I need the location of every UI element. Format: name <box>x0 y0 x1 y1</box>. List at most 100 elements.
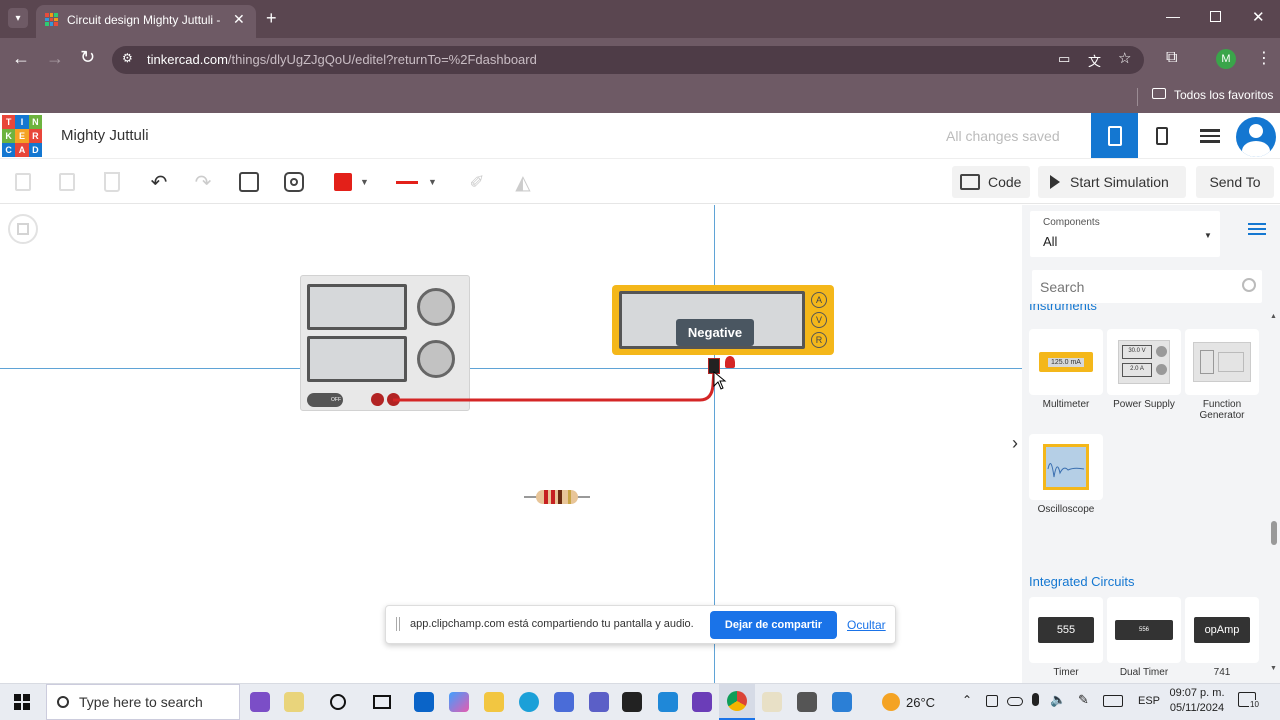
restore-window-icon[interactable] <box>1210 11 1221 22</box>
power-supply-thumb: 30.0 V 2.0 A <box>1107 329 1181 395</box>
cortana-icon[interactable] <box>320 684 356 720</box>
show-hidden-icons-icon[interactable]: ⌃ <box>962 693 972 707</box>
microphone-icon[interactable] <box>1032 693 1039 706</box>
file-explorer-icon[interactable] <box>476 684 512 720</box>
list-view-toggle[interactable] <box>1248 223 1266 239</box>
ps-knob <box>1156 364 1167 375</box>
user-avatar[interactable] <box>1236 117 1276 157</box>
all-bookmarks-link[interactable]: Todos los favoritos <box>1174 88 1273 102</box>
site-info-icon[interactable]: ⚙ <box>122 51 133 65</box>
mode-ammeter-icon[interactable]: A <box>811 292 827 308</box>
redo-button[interactable]: ↷ <box>188 168 218 196</box>
browser-menu-icon[interactable]: ⋮ <box>1256 48 1272 68</box>
search-icon[interactable] <box>1242 278 1256 292</box>
forward-icon[interactable]: → <box>46 48 64 69</box>
design-name[interactable]: Mighty Juttuli <box>61 127 149 144</box>
paint-icon[interactable] <box>754 684 790 720</box>
notes-button[interactable] <box>234 168 264 196</box>
scroll-up-icon[interactable]: ▲ <box>1270 313 1277 320</box>
start-simulation-button[interactable]: Start Simulation <box>1038 166 1186 198</box>
components-dropdown[interactable]: Components All ▼ <box>1030 211 1220 257</box>
app-header: T I N K E R C A D Mighty Juttuli All cha… <box>0 113 1280 159</box>
window-app-icon[interactable] <box>824 684 860 720</box>
rotate-button[interactable]: ✐ <box>462 168 492 196</box>
schematic-view-button[interactable] <box>1138 113 1185 158</box>
code-button[interactable]: Code <box>952 166 1030 198</box>
volume-icon[interactable]: 🔈 <box>1050 692 1066 708</box>
editor-toolbar: ↶ ↷ ▼ ▼ ✐ ◭ Code Start Simulation Send T… <box>0 160 1280 204</box>
new-tab-button[interactable]: + <box>266 8 277 29</box>
clock[interactable]: 09:07 p. m. 05/11/2024 <box>1164 686 1230 716</box>
tray-icon-1[interactable] <box>986 695 998 707</box>
tab-list-button[interactable]: ▾ <box>8 8 28 28</box>
component-556-dual-timer[interactable]: 556 Dual Timer <box>1107 597 1181 678</box>
avatar-body <box>1242 141 1270 157</box>
extensions-icon[interactable]: ⧉ <box>1166 49 1177 67</box>
component-function-generator[interactable]: Function Generator <box>1185 329 1259 421</box>
collapse-panel-button[interactable]: › <box>1012 433 1018 454</box>
component-oscilloscope[interactable]: Oscilloscope <box>1029 434 1103 515</box>
install-app-icon[interactable]: ▭ <box>1058 51 1070 67</box>
cloud-icon[interactable] <box>1007 697 1023 706</box>
close-window-icon[interactable]: ✕ <box>1252 8 1265 26</box>
mode-ohmmeter-icon[interactable]: R <box>811 332 827 348</box>
windows-taskbar: Type here to search 26°C ⌃ 🔈 ✎ ESP 09:07… <box>0 683 1280 720</box>
wire-type-picker[interactable]: ▼ <box>390 168 448 196</box>
fill-color-picker[interactable]: ▼ <box>326 168 378 196</box>
profile-avatar[interactable]: M <box>1216 49 1236 69</box>
media-app-icon[interactable] <box>684 684 720 720</box>
pen-icon[interactable]: ✎ <box>1078 692 1089 708</box>
stop-sharing-button[interactable]: Dejar de compartir <box>710 611 837 639</box>
url-bar[interactable]: ⚙ tinkercad.com/things/dlyUgZJgQoU/edite… <box>112 46 1144 74</box>
tinkercad-logo[interactable]: T I N K E R C A D <box>2 115 42 157</box>
component-search-field[interactable] <box>1032 270 1262 303</box>
component-multimeter[interactable]: 125.0 mA Multimeter <box>1029 329 1103 410</box>
component-list-view-button[interactable] <box>1186 113 1233 158</box>
calculator-icon[interactable] <box>789 684 825 720</box>
mode-voltmeter-icon[interactable]: V <box>811 312 827 328</box>
scrollbar-thumb[interactable] <box>1271 521 1277 545</box>
copy-button[interactable] <box>8 168 38 196</box>
drag-handle-icon[interactable] <box>396 617 400 631</box>
browser-tab-active[interactable]: Circuit design Mighty Juttuli - T ✕ <box>36 5 256 38</box>
start-button[interactable] <box>4 684 40 720</box>
teams-icon[interactable] <box>581 684 617 720</box>
weather-widget[interactable]: 26°C <box>882 684 946 720</box>
component-power-supply[interactable]: 30.0 V 2.0 A Power Supply <box>1107 329 1181 410</box>
notes-app-icon[interactable] <box>276 684 312 720</box>
delete-button[interactable] <box>97 168 127 196</box>
notifications-button[interactable]: 10 <box>1238 692 1260 710</box>
search-input[interactable] <box>1040 277 1230 297</box>
flip-button[interactable]: ◭ <box>508 168 538 196</box>
back-icon[interactable]: ← <box>12 48 30 69</box>
hide-link[interactable]: Ocultar <box>847 618 886 632</box>
send-to-button[interactable]: Send To <box>1196 166 1274 198</box>
taskbar-search-box[interactable]: Type here to search <box>46 684 240 720</box>
task-view-icon[interactable] <box>364 684 400 720</box>
reload-icon[interactable]: ↻ <box>80 47 95 68</box>
keyboard-icon[interactable] <box>1103 695 1123 707</box>
paste-button[interactable] <box>52 168 82 196</box>
undo-button[interactable]: ↶ <box>144 168 174 196</box>
input-language[interactable]: ESP <box>1138 695 1160 707</box>
chrome-icon[interactable] <box>719 684 755 720</box>
vscode-icon[interactable] <box>650 684 686 720</box>
app-icon[interactable] <box>546 684 582 720</box>
panel-scrollbar[interactable]: ▲ ▼ <box>1270 313 1278 679</box>
clipchamp-app-icon[interactable] <box>242 684 278 720</box>
terminal-icon[interactable] <box>614 684 650 720</box>
outlook-icon[interactable] <box>406 684 442 720</box>
edge-icon[interactable] <box>511 684 547 720</box>
positive-probe[interactable] <box>725 356 735 368</box>
component-741-opamp[interactable]: opAmp 741 <box>1185 597 1259 678</box>
bookmark-star-icon[interactable]: ☆ <box>1118 49 1131 67</box>
notes-visibility-button[interactable] <box>279 168 309 196</box>
resistor-component[interactable] <box>524 488 590 506</box>
scroll-down-icon[interactable]: ▼ <box>1270 665 1277 672</box>
circuit-view-button[interactable] <box>1091 113 1138 158</box>
translate-icon[interactable]: 文 <box>1088 51 1101 70</box>
copilot-icon[interactable] <box>441 684 477 720</box>
close-tab-icon[interactable]: ✕ <box>233 11 245 28</box>
minimize-window-icon[interactable]: — <box>1166 8 1180 24</box>
component-555-timer[interactable]: 555 Timer <box>1029 597 1103 678</box>
